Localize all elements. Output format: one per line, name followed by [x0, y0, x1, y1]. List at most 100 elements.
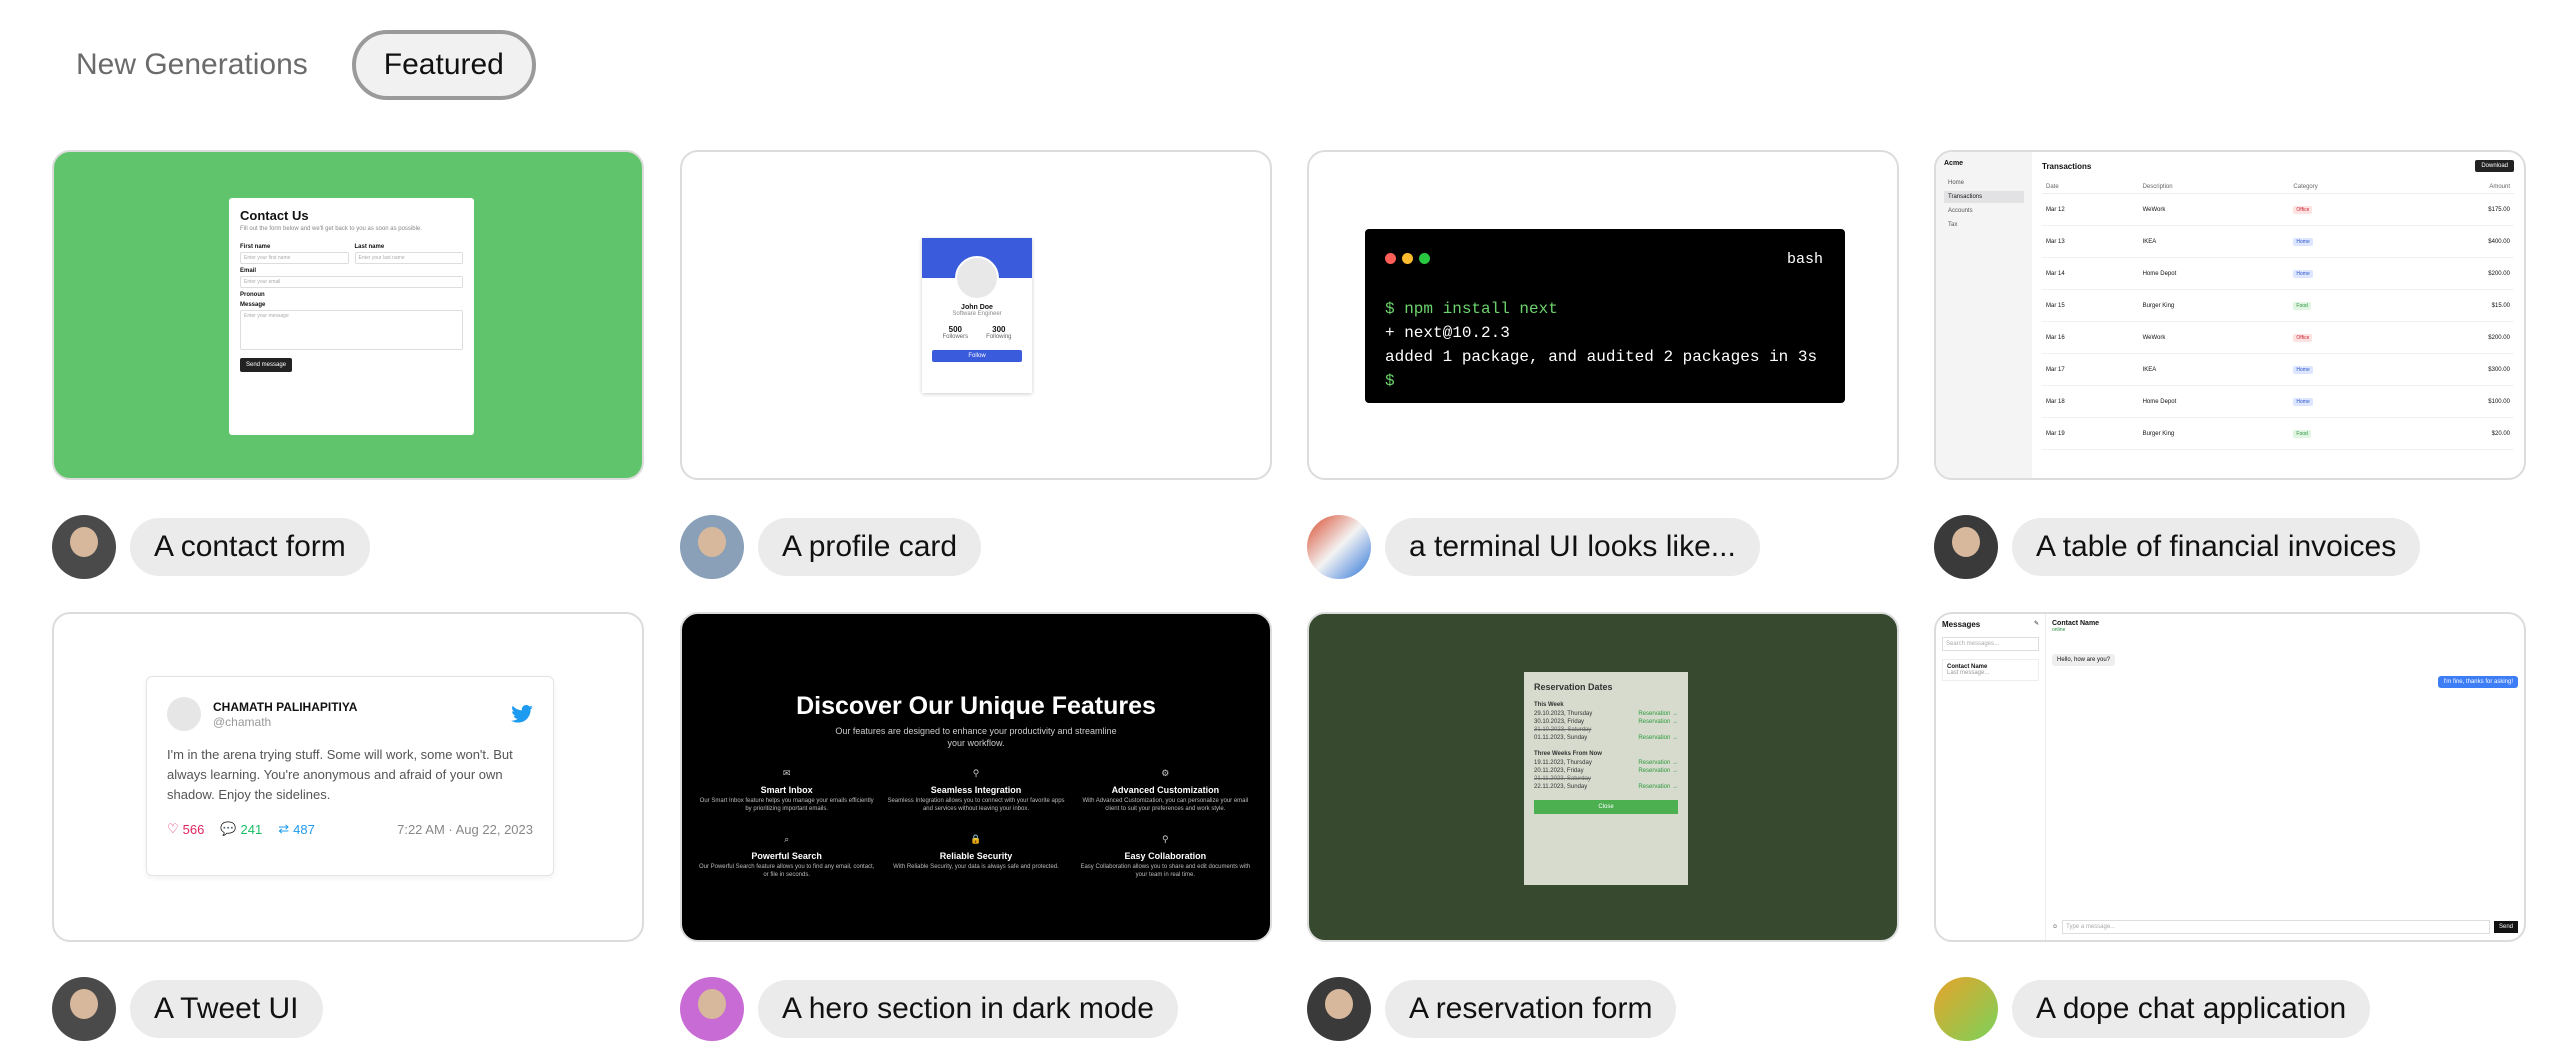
row-amount: $200.00	[2406, 321, 2514, 354]
caption-invoices: A table of financial invoices	[1934, 515, 2421, 579]
caption-pill[interactable]: A dope chat application	[2012, 980, 2371, 1038]
retweet-count: 487	[293, 821, 315, 837]
feature-text: Our Smart Inbox feature helps you manage…	[699, 798, 874, 812]
tab-new-generations[interactable]: New Generations	[52, 30, 332, 100]
feature-text: Easy Collaboration allows you to share a…	[1080, 864, 1251, 878]
row-date: Mar 13	[2042, 225, 2139, 258]
card-invoices[interactable]: Acme Home Transactions Accounts Tax Tran…	[1934, 150, 2526, 480]
feature-title: Advanced Customization	[1111, 785, 1220, 795]
caption-pill[interactable]: A Tweet UI	[130, 980, 323, 1038]
caption-reservation: A reservation form	[1307, 977, 1677, 1041]
card-profile[interactable]: John Doe Software Engineer 500 Followers …	[680, 150, 1272, 480]
twitter-bird-icon	[511, 705, 533, 723]
feature-icon: ⚲	[972, 768, 980, 778]
features-grid: ✉ Smart Inbox Our Smart Inbox feature help…	[682, 749, 1270, 879]
reservation-link: Reservation →	[1638, 768, 1678, 774]
row-amount: $20.00	[2406, 417, 2514, 450]
caption-pill[interactable]: A hero section in dark mode	[758, 980, 1178, 1038]
tweet-avatar	[167, 697, 201, 731]
row-description: IKEA	[2138, 353, 2290, 386]
tab-featured[interactable]: Featured	[351, 30, 536, 100]
following-count: 300	[992, 325, 1006, 334]
messages-title: Messages	[1942, 620, 1981, 629]
terminal-line: added 1 package, and audited 2 packages …	[1385, 348, 1818, 366]
reservation-date: 19.11.2023, Thursday	[1534, 760, 1592, 766]
row-category: Food	[2289, 289, 2407, 322]
caption-pill[interactable]: a terminal UI looks like...	[1385, 518, 1760, 576]
table-row: Mar 14 Home Depot Home $200.00	[2042, 257, 2514, 290]
feature-title: Reliable Security	[939, 851, 1013, 861]
row-amount: $400.00	[2406, 225, 2514, 258]
col-category: Category	[2289, 181, 2407, 194]
caption-pill[interactable]: A contact form	[130, 518, 370, 576]
row-category: Home	[2289, 225, 2407, 258]
feature-item: ⚙ Advanced Customization With Advanced Cus…	[1075, 763, 1256, 813]
form-title: Contact Us	[240, 208, 309, 223]
card-reservation[interactable]: Reservation Dates This Week 29.10.2023, …	[1307, 612, 1899, 942]
card-hero[interactable]: Discover Our Unique Features Our feature…	[680, 612, 1272, 942]
category-badge: Home	[2293, 397, 2313, 406]
category-badge: Office	[2293, 205, 2313, 214]
profile-avatar	[955, 256, 999, 300]
terminal-prompt: $	[1385, 372, 1395, 390]
transactions-preview: Acme Home Transactions Accounts Tax Tran…	[1936, 152, 2524, 478]
card-contact-form[interactable]: Contact Us Fill out the form below and w…	[52, 150, 644, 480]
nav-item-home: Home	[1948, 180, 1965, 186]
reservation-row: 01.11.2023, Sunday Reservation →	[1534, 735, 1678, 741]
reservation-link: Reservation →	[1638, 735, 1678, 741]
caption-pill[interactable]: A table of financial invoices	[2012, 518, 2421, 576]
reservation-link: Reservation →	[1638, 711, 1678, 717]
reservation-row: 31.10.2023, Saturday	[1534, 727, 1678, 733]
caption-pill[interactable]: A reservation form	[1385, 980, 1677, 1038]
first-name-field: Enter your first name	[240, 252, 349, 264]
reservation-date: 20.11.2023, Friday	[1534, 768, 1584, 774]
card-tweet[interactable]: CHAMATH PALIHAPITIYA @chamath I'm in the …	[52, 612, 644, 942]
like-count: 566	[182, 821, 205, 837]
category-badge: Food	[2293, 429, 2311, 438]
row-amount: $15.00	[2406, 289, 2514, 322]
caption-pill[interactable]: A profile card	[758, 518, 982, 576]
search-messages-field: Search messages...	[1942, 637, 2039, 651]
outgoing-message: I'm fine, thanks for asking!	[2438, 676, 2518, 688]
table-row: Mar 18 Home Depot Home $100.00	[2042, 385, 2514, 418]
card-chat[interactable]: Messages ✎ Search messages... Contact Na…	[1934, 612, 2526, 942]
reservation-row: 20.11.2023, Friday Reservation →	[1534, 768, 1678, 774]
contact-item: Contact Name Last message...	[1942, 659, 2039, 681]
card-terminal[interactable]: bash $ npm install next + next@10.2.3 ad…	[1307, 150, 1899, 480]
avatar	[1934, 515, 1998, 579]
reservation-link: Reservation →	[1638, 719, 1678, 725]
row-description: WeWork	[2138, 321, 2290, 354]
last-name-field: Enter your last name	[354, 252, 463, 264]
row-amount: $300.00	[2406, 353, 2514, 386]
category-badge: Home	[2293, 269, 2313, 278]
chat-header-name: Contact Name	[2052, 620, 2100, 627]
message-input: Type a message...	[2062, 920, 2490, 934]
followers-label: Followers	[942, 334, 969, 340]
row-date: Mar 14	[2042, 257, 2139, 290]
table-row: Mar 13 IKEA Home $400.00	[2042, 225, 2514, 258]
caption-chat: A dope chat application	[1934, 977, 2371, 1041]
row-date: Mar 18	[2042, 385, 2139, 418]
feature-title: Powerful Search	[751, 851, 822, 861]
feature-item: ✉ Smart Inbox Our Smart Inbox feature help…	[696, 763, 877, 813]
incoming-message: Hello, how are you?	[2052, 654, 2116, 666]
send-message-button: Send message	[240, 358, 293, 372]
avatar	[1307, 977, 1371, 1041]
tweet-preview: CHAMATH PALIHAPITIYA @chamath I'm in the …	[146, 676, 554, 876]
avatar	[680, 515, 744, 579]
window-controls	[1385, 251, 1825, 269]
feature-icon: 🔒	[970, 834, 982, 844]
caption-profile: A profile card	[680, 515, 982, 579]
row-description: WeWork	[2138, 193, 2290, 226]
feature-icon: ⌕	[784, 834, 790, 844]
reply-icon: 💬	[220, 821, 237, 836]
row-date: Mar 15	[2042, 289, 2139, 322]
tab-bar: New Generations Featured	[52, 30, 536, 100]
reservation-link: Reservation →	[1638, 760, 1678, 766]
avatar	[52, 515, 116, 579]
profile-name: John Doe	[961, 304, 993, 311]
reservation-row: 30.10.2023, Friday Reservation →	[1534, 719, 1678, 725]
tweet-handle: @chamath	[213, 714, 272, 729]
email-field: Enter your email	[240, 276, 463, 288]
emoji-icon: ☺	[2052, 924, 2059, 930]
